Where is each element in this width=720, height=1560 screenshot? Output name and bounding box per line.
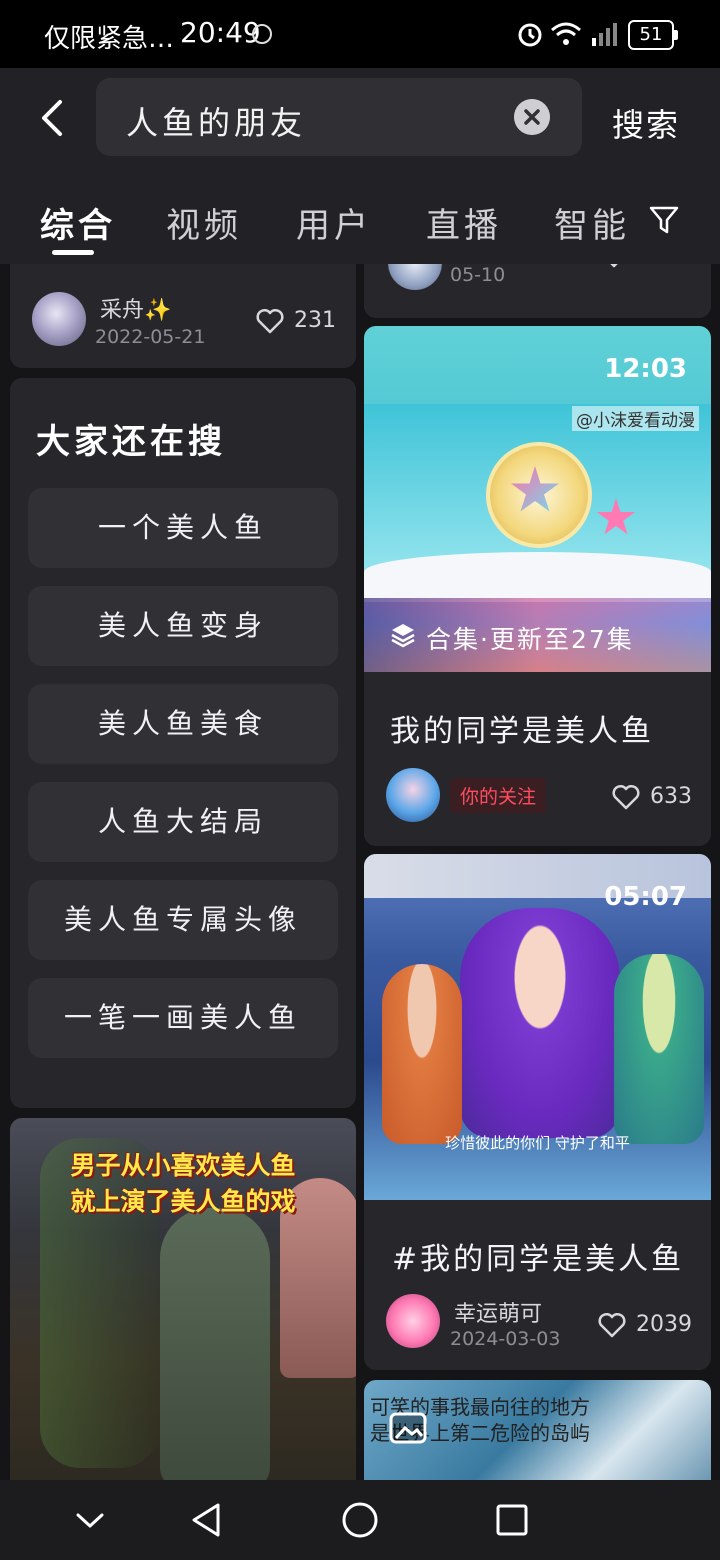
tab-users[interactable]: 用户: [296, 198, 372, 247]
related-search-item[interactable]: 美人鱼美食: [28, 684, 338, 764]
clear-icon[interactable]: [514, 99, 550, 135]
post-date: 2022-05-21: [95, 326, 206, 348]
avatar: [388, 264, 442, 290]
tab-live[interactable]: 直播: [426, 198, 502, 247]
side-character: [382, 964, 462, 1144]
heart-icon: [612, 784, 640, 810]
avatar[interactable]: [386, 1294, 440, 1348]
back-arrow-icon[interactable]: [34, 98, 74, 138]
like-count[interactable]: 633: [612, 784, 692, 810]
wifi-icon: [551, 22, 581, 45]
results-feed[interactable]: 采舟✨ 2022-05-21 231 大家还在搜 一个美人鱼 美人鱼变身 美人鱼…: [0, 264, 720, 1480]
battery-icon: 51: [628, 20, 678, 50]
author-name: 幸运萌可: [454, 1302, 543, 1327]
search-input[interactable]: 人鱼的朋友: [96, 78, 582, 156]
search-button[interactable]: 搜索: [612, 100, 680, 146]
video-result-card[interactable]: 05:07 珍惜彼此的你们 守护了和平 #我的同学是美人鱼 幸运萌可 2024-…: [364, 854, 711, 1370]
post-date: 2024-03-03: [450, 1328, 561, 1350]
related-search-item[interactable]: 美人鱼变身: [28, 586, 338, 666]
following-badge: 你的关注: [450, 778, 547, 813]
caption-line: 男子从小喜欢美人鱼: [70, 1151, 296, 1180]
filter-icon[interactable]: [648, 204, 680, 236]
recents-square-icon[interactable]: [492, 1500, 532, 1540]
video-thumbnail[interactable]: @小沫爱看动漫 12:03 合集·更新至27集: [364, 326, 711, 672]
image-icon: [389, 1412, 427, 1444]
related-searches-panel: 大家还在搜 一个美人鱼 美人鱼变身 美人鱼美食 人鱼大结局 美人鱼专属头像 一笔…: [10, 378, 356, 1108]
result-card[interactable]: 采舟✨ 2022-05-21 231: [10, 264, 356, 368]
tab-video[interactable]: 视频: [166, 198, 242, 247]
person-figure: [160, 1208, 270, 1480]
video-thumbnail[interactable]: 可笑的事我最向往的地方 是世界上第二危险的岛屿: [364, 1380, 711, 1480]
home-circle-icon[interactable]: [340, 1500, 380, 1540]
status-bar: 仅限紧急… 20:49 51: [0, 0, 720, 68]
related-search-item[interactable]: 美人鱼专属头像: [28, 880, 338, 960]
video-duration: 12:03: [604, 354, 687, 384]
collection-label: 合集·更新至27集: [426, 625, 634, 654]
layers-icon: [391, 624, 415, 648]
related-searches-title: 大家还在搜: [36, 422, 226, 462]
main-character: [460, 908, 620, 1138]
collection-bar[interactable]: 合集·更新至27集: [364, 598, 711, 672]
like-count-value: 2039: [636, 1312, 692, 1337]
alarm-icon: [518, 23, 542, 47]
video-title: #我的同学是美人鱼: [392, 1242, 685, 1277]
post-date: 05-10: [450, 264, 506, 286]
video-subtitle: 珍惜彼此的你们 守护了和平: [445, 1134, 630, 1152]
active-tab-indicator: [52, 250, 94, 255]
video-thumbnail[interactable]: 男子从小喜欢美人鱼 就上演了美人鱼的戏: [10, 1118, 356, 1480]
heart-icon: [610, 264, 618, 268]
chevron-down-icon[interactable]: [70, 1500, 110, 1540]
video-duration: 05:07: [604, 882, 687, 912]
author-name: 采舟✨: [100, 298, 172, 323]
like-count[interactable]: 6011: [600, 264, 694, 268]
caption-line: 就上演了美人鱼的戏: [70, 1187, 296, 1216]
clock: 20:49: [180, 16, 261, 49]
heart-icon: [598, 1312, 626, 1338]
video-thumbnail[interactable]: 05:07 珍惜彼此的你们 守护了和平: [364, 854, 711, 1200]
related-search-item[interactable]: 一笔一画美人鱼: [28, 978, 338, 1058]
heart-icon: [256, 308, 284, 334]
notification-icon: [252, 24, 272, 44]
video-title: 我的同学是美人鱼: [390, 714, 654, 749]
tab-smart[interactable]: 智能: [554, 198, 630, 247]
like-count[interactable]: 231: [256, 308, 336, 334]
search-query-text: 人鱼的朋友: [126, 104, 307, 142]
related-search-item[interactable]: 一个美人鱼: [28, 488, 338, 568]
carrier-text: 仅限紧急…: [44, 24, 175, 54]
like-count[interactable]: 2039: [598, 1312, 692, 1338]
result-card[interactable]: 05-10 6011: [364, 264, 711, 318]
tab-bar: 综合 视频 用户 直播 智能: [0, 186, 720, 264]
signal-icon: [592, 23, 617, 46]
system-nav-bar: [0, 1480, 720, 1560]
side-character: [614, 954, 704, 1144]
thumbnail-wave: [364, 552, 711, 602]
video-result-card[interactable]: @小沫爱看动漫 12:03 合集·更新至27集 我的同学是美人鱼 你的关注 63…: [364, 326, 711, 846]
like-count-value: 633: [650, 784, 692, 809]
avatar: [32, 292, 86, 346]
like-count-value: 6011: [638, 264, 694, 267]
tab-comprehensive[interactable]: 综合: [40, 198, 116, 247]
video-caption: 男子从小喜欢美人鱼 就上演了美人鱼的戏: [10, 1146, 356, 1218]
search-header: 人鱼的朋友 搜索 综合 视频 用户 直播 智能: [0, 68, 720, 264]
watermark: @小沫爱看动漫: [572, 406, 699, 431]
back-triangle-icon[interactable]: [186, 1500, 226, 1540]
avatar[interactable]: [386, 768, 440, 822]
like-count-value: 231: [294, 308, 336, 333]
related-search-item[interactable]: 人鱼大结局: [28, 782, 338, 862]
